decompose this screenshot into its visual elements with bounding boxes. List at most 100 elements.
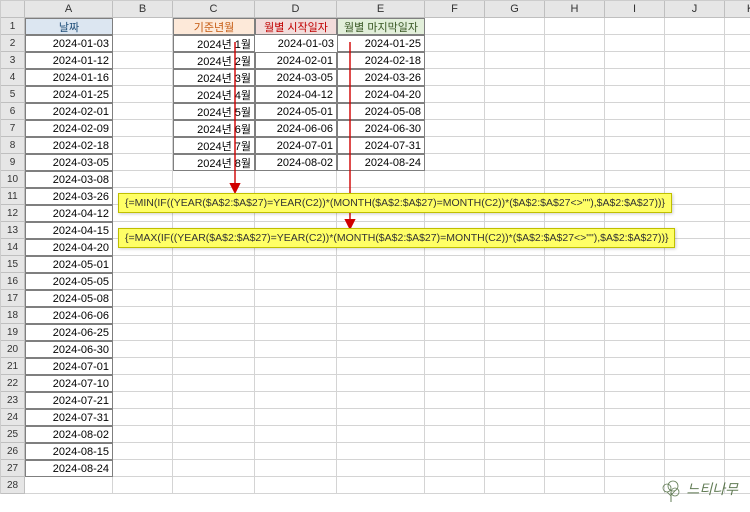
- cell-C1[interactable]: 기준년월: [173, 18, 255, 35]
- cell-A4[interactable]: 2024-01-16: [25, 69, 113, 86]
- cell-E22[interactable]: [337, 375, 425, 392]
- cell-F5[interactable]: [425, 86, 485, 103]
- cell-C24[interactable]: [173, 409, 255, 426]
- cell-I26[interactable]: [605, 443, 665, 460]
- row-head-5[interactable]: 5: [1, 86, 25, 103]
- row-head-6[interactable]: 6: [1, 103, 25, 120]
- cell-A7[interactable]: 2024-02-09: [25, 120, 113, 137]
- row-head-12[interactable]: 12: [1, 205, 25, 222]
- row-head-8[interactable]: 8: [1, 137, 25, 154]
- cell-E24[interactable]: [337, 409, 425, 426]
- cell-E1[interactable]: 월별 마지막일자: [337, 18, 425, 35]
- col-head-corner[interactable]: [1, 1, 25, 18]
- row-head-19[interactable]: 19: [1, 324, 25, 341]
- cell-G26[interactable]: [485, 443, 545, 460]
- cell-C4[interactable]: 2024년 3월: [173, 69, 255, 86]
- cell-C5[interactable]: 2024년 4월: [173, 86, 255, 103]
- row-head-26[interactable]: 26: [1, 443, 25, 460]
- cell-B10[interactable]: [113, 171, 173, 188]
- cell-F24[interactable]: [425, 409, 485, 426]
- cell-B2[interactable]: [113, 35, 173, 52]
- cell-J3[interactable]: [665, 52, 725, 69]
- cell-K20[interactable]: [725, 341, 750, 358]
- cell-D19[interactable]: [255, 324, 337, 341]
- cell-A12[interactable]: 2024-04-12: [25, 205, 113, 222]
- cell-F1[interactable]: [425, 18, 485, 35]
- cell-E28[interactable]: [337, 477, 425, 494]
- cell-F16[interactable]: [425, 273, 485, 290]
- cell-E10[interactable]: [337, 171, 425, 188]
- cell-F15[interactable]: [425, 256, 485, 273]
- cell-F17[interactable]: [425, 290, 485, 307]
- cell-D6[interactable]: 2024-05-01: [255, 103, 337, 120]
- row-head-9[interactable]: 9: [1, 154, 25, 171]
- row-head-15[interactable]: 15: [1, 256, 25, 273]
- row-head-3[interactable]: 3: [1, 52, 25, 69]
- cell-C6[interactable]: 2024년 5월: [173, 103, 255, 120]
- row-head-7[interactable]: 7: [1, 120, 25, 137]
- cell-C23[interactable]: [173, 392, 255, 409]
- cell-H24[interactable]: [545, 409, 605, 426]
- cell-H4[interactable]: [545, 69, 605, 86]
- row-head-4[interactable]: 4: [1, 69, 25, 86]
- cell-G24[interactable]: [485, 409, 545, 426]
- cell-J9[interactable]: [665, 154, 725, 171]
- cell-G4[interactable]: [485, 69, 545, 86]
- cell-J2[interactable]: [665, 35, 725, 52]
- row-head-25[interactable]: 25: [1, 426, 25, 443]
- cell-J17[interactable]: [665, 290, 725, 307]
- cell-F25[interactable]: [425, 426, 485, 443]
- cell-H18[interactable]: [545, 307, 605, 324]
- col-head-G[interactable]: G: [485, 1, 545, 18]
- cell-G22[interactable]: [485, 375, 545, 392]
- cell-D27[interactable]: [255, 460, 337, 477]
- cell-D7[interactable]: 2024-06-06: [255, 120, 337, 137]
- cell-D26[interactable]: [255, 443, 337, 460]
- cell-E15[interactable]: [337, 256, 425, 273]
- cell-J21[interactable]: [665, 358, 725, 375]
- cell-K14[interactable]: [725, 239, 750, 256]
- cell-B26[interactable]: [113, 443, 173, 460]
- cell-D10[interactable]: [255, 171, 337, 188]
- cell-A13[interactable]: 2024-04-15: [25, 222, 113, 239]
- cell-C20[interactable]: [173, 341, 255, 358]
- cell-C22[interactable]: [173, 375, 255, 392]
- cell-F20[interactable]: [425, 341, 485, 358]
- cell-K17[interactable]: [725, 290, 750, 307]
- cell-A15[interactable]: 2024-05-01: [25, 256, 113, 273]
- cell-J15[interactable]: [665, 256, 725, 273]
- cell-A27[interactable]: 2024-08-24: [25, 460, 113, 477]
- cell-E5[interactable]: 2024-04-20: [337, 86, 425, 103]
- cell-D23[interactable]: [255, 392, 337, 409]
- cell-A10[interactable]: 2024-03-08: [25, 171, 113, 188]
- col-head-B[interactable]: B: [113, 1, 173, 18]
- cell-A3[interactable]: 2024-01-12: [25, 52, 113, 69]
- cell-C2[interactable]: 2024년 1월: [173, 35, 255, 52]
- cell-A6[interactable]: 2024-02-01: [25, 103, 113, 120]
- cell-A14[interactable]: 2024-04-20: [25, 239, 113, 256]
- cell-J22[interactable]: [665, 375, 725, 392]
- cell-J23[interactable]: [665, 392, 725, 409]
- cell-K4[interactable]: [725, 69, 750, 86]
- cell-E23[interactable]: [337, 392, 425, 409]
- cell-F6[interactable]: [425, 103, 485, 120]
- cell-G27[interactable]: [485, 460, 545, 477]
- cell-A22[interactable]: 2024-07-10: [25, 375, 113, 392]
- cell-E18[interactable]: [337, 307, 425, 324]
- cell-K12[interactable]: [725, 205, 750, 222]
- cell-I6[interactable]: [605, 103, 665, 120]
- cell-B7[interactable]: [113, 120, 173, 137]
- cell-E25[interactable]: [337, 426, 425, 443]
- cell-C27[interactable]: [173, 460, 255, 477]
- cell-G19[interactable]: [485, 324, 545, 341]
- cell-H28[interactable]: [545, 477, 605, 494]
- cell-H10[interactable]: [545, 171, 605, 188]
- cell-K3[interactable]: [725, 52, 750, 69]
- cell-D18[interactable]: [255, 307, 337, 324]
- cell-I10[interactable]: [605, 171, 665, 188]
- cell-B4[interactable]: [113, 69, 173, 86]
- cell-A8[interactable]: 2024-02-18: [25, 137, 113, 154]
- cell-C18[interactable]: [173, 307, 255, 324]
- cell-A5[interactable]: 2024-01-25: [25, 86, 113, 103]
- cell-B27[interactable]: [113, 460, 173, 477]
